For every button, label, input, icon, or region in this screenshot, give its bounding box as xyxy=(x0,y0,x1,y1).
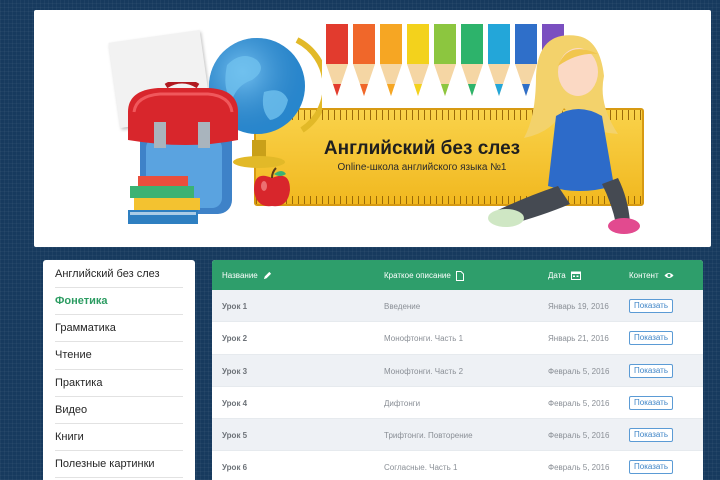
site-subtitle: Online-школа английского языка №1 xyxy=(337,162,507,173)
table-row: Урок 5 Трифтонги. Повторение Февраль 5, … xyxy=(212,419,703,452)
column-header-date[interactable]: Дата xyxy=(548,260,581,290)
lessons-table: Название Краткое описание Дата Контент У… xyxy=(212,260,703,480)
table-row: Урок 3 Монофтонги. Часть 2 Февраль 5, 20… xyxy=(212,354,703,387)
pencil-body xyxy=(326,24,348,64)
lesson-description: Согласные. Часть 1 xyxy=(384,463,458,473)
lesson-name: Урок 2 xyxy=(222,334,248,344)
column-header-content-label: Контент xyxy=(629,271,659,280)
sidebar-item-practice[interactable]: Практика xyxy=(55,370,183,397)
sidebar-item-reading[interactable]: Чтение xyxy=(55,342,183,370)
calendar-icon xyxy=(570,271,581,281)
lesson-date: Январь 19, 2016 xyxy=(548,302,609,311)
document-icon xyxy=(456,270,465,281)
pencil-lead xyxy=(414,84,422,96)
show-button[interactable]: Показать xyxy=(629,428,674,443)
pencil-icon xyxy=(263,272,272,280)
show-button[interactable]: Показать xyxy=(629,299,674,313)
sidebar-item-phonetics[interactable]: Фонетика xyxy=(55,288,183,316)
sidebar-item-useful-pictures[interactable]: Полезные картинки xyxy=(55,451,183,479)
books-icon xyxy=(128,176,200,224)
sidebar-item-video[interactable]: Видео xyxy=(55,397,183,424)
lesson-description: Монофтонги. Часть 2 xyxy=(384,366,464,376)
eye-icon xyxy=(664,273,674,279)
pencil-lead xyxy=(333,84,341,96)
pencil-body xyxy=(461,24,483,64)
column-header-description[interactable]: Краткое описание xyxy=(384,260,465,290)
table-row: Урок 6 Согласные. Часть 1 Февраль 5, 201… xyxy=(212,451,703,480)
table-header: Название Краткое описание Дата Контент xyxy=(212,260,703,290)
table-row: Урок 4 Дифтонги Февраль 5, 2016 Показать xyxy=(212,386,703,420)
table-row: Урок 2 Монофтонги. Часть 1 Январь 21, 20… xyxy=(212,322,703,355)
schoolgirl-illustration xyxy=(488,35,640,234)
site-title: Английский без слез xyxy=(323,138,521,159)
show-button[interactable]: Показать xyxy=(629,460,674,475)
pencil-lead xyxy=(441,84,449,96)
pencil-lead xyxy=(360,84,368,96)
lesson-date: Февраль 5, 2016 xyxy=(548,463,610,473)
sidebar-item-grammar[interactable]: Грамматика xyxy=(55,315,183,343)
show-button[interactable]: Показать xyxy=(629,331,674,346)
column-header-name-label: Название xyxy=(222,271,258,280)
lesson-date: Февраль 5, 2016 xyxy=(548,366,610,376)
lesson-description: Трифтонги. Повторение xyxy=(384,431,473,441)
pencil-body xyxy=(380,24,402,64)
lesson-description: Введение xyxy=(384,302,421,311)
lesson-name: Урок 3 xyxy=(222,366,248,376)
table-body: Урок 1 Введение Январь 19, 2016 Показать… xyxy=(212,290,703,480)
lesson-name: Урок 6 xyxy=(222,463,248,473)
sidebar-item-english-without-tears[interactable]: Английский без слез xyxy=(55,260,183,288)
table-row: Урок 1 Введение Январь 19, 2016 Показать xyxy=(212,290,703,323)
pencil-lead xyxy=(468,84,476,96)
pencil-lead xyxy=(387,84,395,96)
pencil-body xyxy=(353,24,375,64)
lesson-date: Февраль 5, 2016 xyxy=(548,431,610,441)
pencil-body xyxy=(407,24,429,64)
lesson-name: Урок 4 xyxy=(222,398,248,408)
sidebar-item-books[interactable]: Книги xyxy=(55,424,183,452)
column-header-date-label: Дата xyxy=(548,271,566,280)
lesson-name: Урок 5 xyxy=(222,431,248,441)
pencil-body xyxy=(434,24,456,64)
sidebar-nav: Английский без слез Фонетика Грамматика … xyxy=(43,260,195,480)
show-button[interactable]: Показать xyxy=(629,395,674,410)
column-header-content[interactable]: Контент xyxy=(629,260,674,290)
column-header-description-label: Краткое описание xyxy=(384,271,451,280)
lesson-name: Урок 1 xyxy=(222,302,248,311)
lesson-date: Февраль 5, 2016 xyxy=(548,398,610,408)
column-header-name[interactable]: Название xyxy=(222,260,272,290)
header-banner: Английский без слез Online-школа английс… xyxy=(34,10,711,247)
lesson-description: Монофтонги. Часть 1 xyxy=(384,334,464,344)
lesson-description: Дифтонги xyxy=(384,398,421,408)
lesson-date: Январь 21, 2016 xyxy=(548,334,609,344)
show-button[interactable]: Показать xyxy=(629,363,674,378)
apple-icon xyxy=(254,167,290,207)
